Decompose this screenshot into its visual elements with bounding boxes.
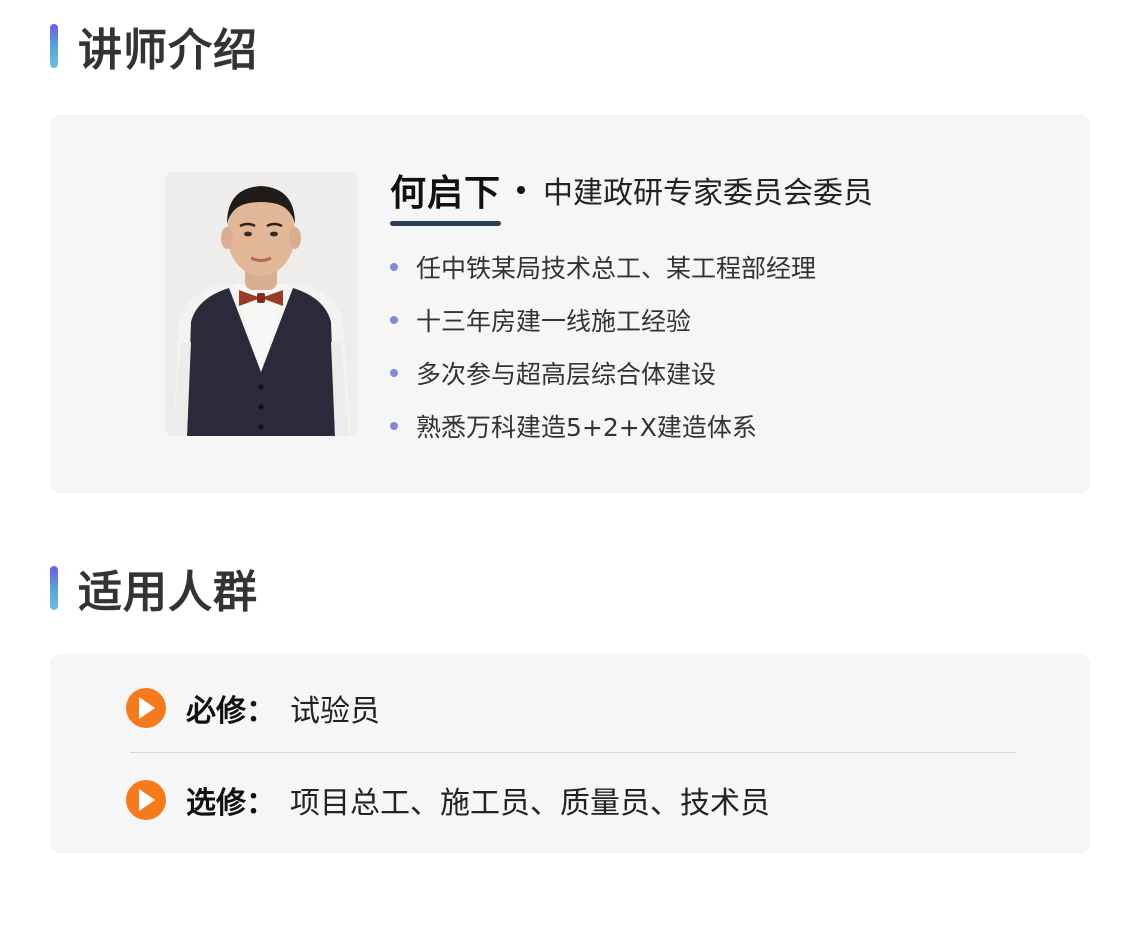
- lecturer-title: 中建政研专家委员会委员: [543, 176, 874, 211]
- audience-divider: [130, 752, 1016, 753]
- credential-text: 多次参与超高层综合体建设: [416, 359, 717, 389]
- credential-item: 多次参与超高层综合体建设: [390, 346, 1050, 399]
- lecturer-name-row: 何启下 中建政研专家委员会委员: [390, 162, 1050, 226]
- credential-item: 熟悉万科建造5+2+X建造体系: [390, 399, 1050, 452]
- play-circle-icon: [126, 688, 166, 728]
- credential-item: 任中铁某局技术总工、某工程部经理: [390, 240, 1050, 293]
- required-audience-row: 必修： 试验员: [126, 680, 380, 736]
- lecturer-section-title: 讲师介绍: [78, 25, 258, 76]
- bullet-dot-icon: [390, 421, 398, 430]
- credential-text: 任中铁某局技术总工、某工程部经理: [416, 253, 817, 283]
- required-label: 必修：: [186, 694, 276, 729]
- lecturer-credentials-list: 任中铁某局技术总工、某工程部经理 十三年房建一线施工经验 多次参与超高层综合体建…: [390, 240, 1050, 452]
- audience-card: 必修： 试验员 选修： 项目总工、施工员、质量员、技术员: [50, 654, 1090, 854]
- audience-section-header: 适用人群: [50, 558, 258, 618]
- credential-text: 十三年房建一线施工经验: [416, 306, 692, 336]
- bullet-dot-icon: [390, 315, 398, 324]
- lecturer-card: 何启下 中建政研专家委员会委员 任中铁某局技术总工、某工程部经理 十三年房建一线…: [50, 114, 1090, 494]
- elective-value: 项目总工、施工员、质量员、技术员: [290, 786, 770, 821]
- lecturer-section-header: 讲师介绍: [50, 16, 258, 76]
- elective-audience-row: 选修： 项目总工、施工员、质量员、技术员: [126, 772, 770, 828]
- section-accent-bar: [50, 566, 58, 610]
- lecturer-name-underline: [390, 221, 502, 226]
- section-accent-bar: [50, 24, 58, 68]
- lecturer-name: 何启下: [390, 173, 502, 214]
- elective-label: 选修：: [186, 786, 276, 821]
- lecturer-bio: 何启下 中建政研专家委员会委员 任中铁某局技术总工、某工程部经理 十三年房建一线…: [390, 162, 1050, 452]
- bullet-dot-icon: [390, 368, 398, 377]
- name-separator-dot: [517, 186, 526, 194]
- credential-item: 十三年房建一线施工经验: [390, 293, 1050, 346]
- bullet-dot-icon: [390, 262, 398, 271]
- lecturer-photo: [165, 172, 357, 436]
- credential-text: 熟悉万科建造5+2+X建造体系: [416, 412, 757, 442]
- required-value: 试验员: [290, 694, 380, 729]
- lecturer-name-wrap: 何启下: [390, 164, 502, 226]
- audience-section-title: 适用人群: [78, 567, 258, 618]
- play-circle-icon: [126, 780, 166, 820]
